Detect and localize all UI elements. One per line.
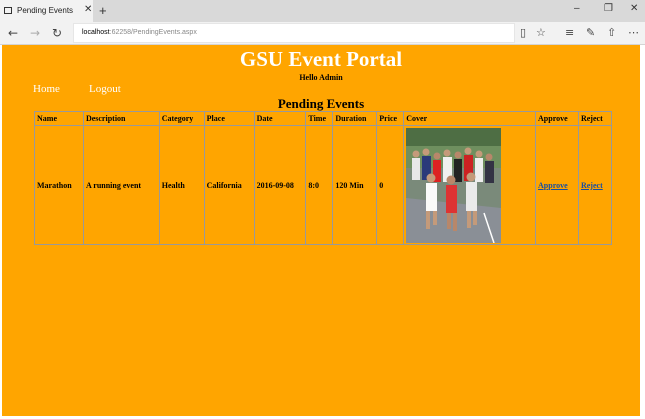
browser-tab-bar: Pending Events ✕ + – ❐ ✕ — [0, 0, 645, 22]
table-row: Marathon A running event Health Californ… — [34, 125, 613, 245]
approve-link[interactable]: Approve — [538, 181, 568, 190]
header-place: Place — [203, 111, 255, 126]
url-path: :62258/PendingEvents.aspx — [109, 29, 197, 36]
url-field[interactable]: localhost:62258/PendingEvents.aspx — [73, 23, 515, 43]
cell-description: A running event — [82, 125, 160, 245]
reading-view-icon[interactable]: ▯ — [520, 26, 526, 39]
cell-approve: Approve — [535, 125, 579, 245]
cell-name: Marathon — [34, 125, 84, 245]
cell-time: 8:0 — [305, 125, 334, 245]
header-description: Description — [82, 111, 160, 126]
section-title: Pending Events — [277, 96, 365, 111]
logout-link[interactable]: Logout — [89, 83, 121, 95]
share-icon[interactable]: ⇧ — [607, 26, 616, 39]
web-note-icon[interactable]: ✎ — [586, 26, 595, 39]
header-cover: Cover — [403, 111, 537, 126]
cell-price: 0 — [376, 125, 405, 245]
minimize-icon[interactable]: – — [574, 3, 580, 14]
cell-duration: 120 Min — [332, 125, 378, 245]
greeting: Hello Admin — [299, 73, 343, 82]
header-name: Name — [34, 111, 84, 126]
restore-icon[interactable]: ❐ — [604, 3, 613, 14]
browser-tab[interactable]: Pending Events ✕ — [0, 0, 93, 22]
page-icon — [4, 7, 12, 14]
cell-date: 2016-09-08 — [253, 125, 307, 245]
new-tab-icon[interactable]: + — [99, 3, 107, 18]
header-reject: Reject — [577, 111, 613, 126]
cell-reject: Reject — [577, 125, 613, 245]
cell-cover — [403, 125, 537, 245]
address-bar: ← → ↻ localhost:62258/PendingEvents.aspx… — [0, 22, 645, 45]
header-price: Price — [376, 111, 405, 126]
reject-link[interactable]: Reject — [581, 181, 603, 190]
url-host: localhost — [82, 29, 110, 36]
pending-events-table: Name Description Category Place Date Tim… — [34, 111, 613, 245]
header-category: Category — [158, 111, 205, 126]
cover-image — [406, 127, 502, 243]
portal-title: GSU Event Portal — [239, 47, 403, 71]
forward-icon[interactable]: → — [30, 26, 40, 40]
favorite-star-icon[interactable]: ☆ — [536, 26, 546, 39]
table-header-row: Name Description Category Place Date Tim… — [34, 111, 613, 126]
cell-place: California — [203, 125, 255, 245]
cell-category: Health — [158, 125, 205, 245]
more-icon[interactable]: ⋯ — [628, 26, 639, 39]
header-time: Time — [305, 111, 334, 126]
header-approve: Approve — [535, 111, 579, 126]
home-link[interactable]: Home — [33, 83, 60, 95]
page-content: GSU Event Portal Hello Admin Home Logout… — [2, 45, 640, 416]
header-duration: Duration — [332, 111, 378, 126]
tab-title: Pending Events — [17, 6, 74, 15]
close-window-icon[interactable]: ✕ — [630, 3, 638, 14]
back-icon[interactable]: ← — [8, 26, 18, 40]
close-tab-icon[interactable]: ✕ — [84, 4, 92, 15]
hub-icon[interactable]: ≡ — [565, 26, 574, 39]
header-date: Date — [253, 111, 307, 126]
refresh-icon[interactable]: ↻ — [52, 26, 62, 40]
